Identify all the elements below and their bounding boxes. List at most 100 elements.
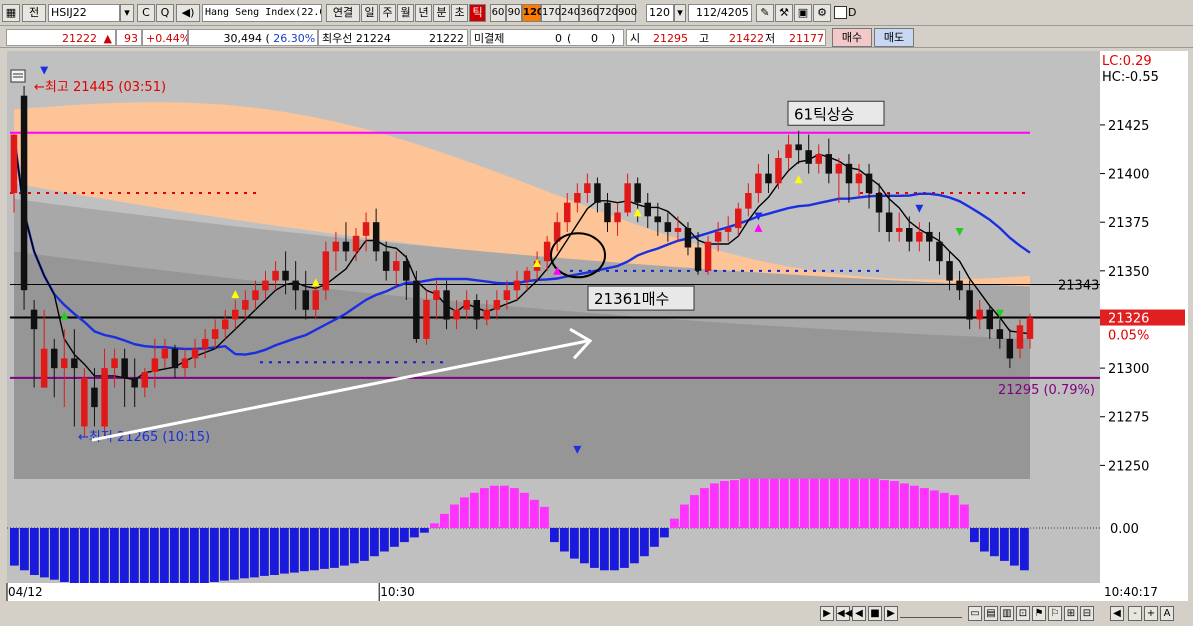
candle-body bbox=[232, 309, 239, 320]
candle-body bbox=[885, 212, 893, 232]
tick-90-button[interactable]: 90 bbox=[506, 4, 522, 22]
period-8-button[interactable]: 틱 bbox=[469, 4, 486, 22]
best-priority-label: 최우선 bbox=[322, 32, 353, 45]
chart-menu-icon[interactable] bbox=[10, 69, 26, 83]
oscillator-bar bbox=[320, 528, 329, 569]
candle-body bbox=[131, 377, 138, 388]
candle-body bbox=[936, 241, 943, 262]
oscillator-bar bbox=[170, 528, 179, 587]
period-1-button[interactable]: 연결 bbox=[326, 4, 360, 22]
settings-icon[interactable]: ⚙ bbox=[813, 4, 831, 22]
tick-120-button[interactable]: 120 bbox=[522, 4, 544, 22]
tick-170-button[interactable]: 170 bbox=[541, 4, 561, 22]
zoom-fit-icon[interactable]: ▭ bbox=[968, 606, 982, 621]
candle-body bbox=[322, 251, 330, 291]
candle-body bbox=[735, 208, 742, 229]
tick-360-button[interactable]: 360 bbox=[579, 4, 599, 22]
first-button[interactable]: ◀◀ bbox=[836, 606, 852, 621]
buy-button[interactable]: 매수 bbox=[832, 28, 872, 47]
prev-button[interactable]: ◀ bbox=[852, 606, 866, 621]
oscillator-bar bbox=[150, 528, 159, 589]
symbol-input[interactable]: HSIJ22 bbox=[48, 4, 120, 22]
period-5-button[interactable]: 년 bbox=[415, 4, 432, 22]
chart-icon-1[interactable]: ▤ bbox=[984, 606, 998, 621]
candle-body bbox=[161, 348, 169, 359]
period-2-button[interactable]: 일 bbox=[361, 4, 378, 22]
quote-change-pct: +0.44% bbox=[142, 29, 188, 46]
oscillator-bar bbox=[390, 528, 399, 547]
oscillator-bar bbox=[720, 481, 729, 528]
lc-label: LC:0.29 bbox=[1102, 54, 1152, 69]
mode-button[interactable]: 전 bbox=[22, 4, 46, 22]
candle-body bbox=[312, 290, 319, 310]
tick-240-button[interactable]: 240 bbox=[560, 4, 580, 22]
stop-button[interactable]: ■ bbox=[868, 606, 882, 621]
speaker-icon[interactable]: ◀) bbox=[176, 4, 200, 22]
candle-body bbox=[81, 377, 88, 427]
speed-slider[interactable] bbox=[900, 609, 962, 618]
chart-icon-2[interactable]: ▥ bbox=[1000, 606, 1014, 621]
oscillator-bar bbox=[410, 528, 419, 538]
tick-dropdown-icon[interactable]: ▾ bbox=[674, 4, 686, 22]
play-button[interactable]: ▶ bbox=[884, 606, 898, 621]
candle-body bbox=[926, 231, 933, 242]
search-icon[interactable]: Q bbox=[156, 4, 174, 22]
drawing-tool-icon[interactable]: C bbox=[137, 4, 155, 22]
auto-scale-button[interactable]: A bbox=[1160, 606, 1174, 621]
tick-720-button[interactable]: 720 bbox=[598, 4, 618, 22]
chart-icon-5[interactable]: ⚐ bbox=[1048, 606, 1062, 621]
chart-icon-6[interactable]: ⊞ bbox=[1064, 606, 1078, 621]
candle-body bbox=[40, 348, 48, 388]
symbol-dropdown-icon[interactable]: ▾ bbox=[120, 4, 134, 22]
oscillator-bar bbox=[950, 495, 959, 528]
candle-body bbox=[71, 358, 78, 369]
oscillator-bar bbox=[590, 528, 599, 568]
scroll-right-button[interactable]: ▶ bbox=[820, 606, 834, 621]
x-axis-label: 10:30 bbox=[380, 585, 415, 599]
oscillator-bar bbox=[930, 490, 939, 528]
candle-body bbox=[906, 228, 913, 242]
period-6-button[interactable]: 분 bbox=[433, 4, 450, 22]
scroll-left-button[interactable]: ◀ bbox=[1110, 606, 1124, 621]
candle-body bbox=[634, 183, 641, 203]
oscillator-bar bbox=[280, 528, 289, 574]
quote-volume-ratio: 26.30% bbox=[273, 32, 316, 45]
high-label: 고 bbox=[699, 32, 710, 45]
candle-body bbox=[262, 280, 269, 291]
period-7-button[interactable]: 초 bbox=[451, 4, 468, 22]
chart-icon-3[interactable]: ⊡ bbox=[1016, 606, 1030, 621]
period-3-button[interactable]: 주 bbox=[379, 4, 396, 22]
chart-icon-4[interactable]: ⚑ bbox=[1032, 606, 1046, 621]
hammer-icon[interactable]: ⚒ bbox=[775, 4, 793, 22]
chart-type-icon[interactable]: ▦ bbox=[2, 4, 20, 22]
current-price-pct: 0.05% bbox=[1108, 329, 1149, 344]
zoom-out-button[interactable]: - bbox=[1128, 606, 1142, 621]
tick-900-button[interactable]: 900 bbox=[617, 4, 637, 22]
oscillator-bar bbox=[860, 478, 869, 528]
tick-60-button[interactable]: 60 bbox=[490, 4, 506, 22]
candle-body bbox=[845, 163, 853, 184]
oscillator-bar bbox=[260, 528, 269, 576]
tools-icon[interactable]: ✎ bbox=[756, 4, 774, 22]
candle bbox=[413, 270, 420, 343]
oscillator-bar bbox=[200, 528, 209, 583]
candle-body bbox=[523, 270, 531, 281]
oscillator-bar bbox=[60, 528, 69, 582]
candle-body bbox=[181, 358, 189, 369]
chart-area[interactable]: ←최고 21445 (03:51)←최저 21265 (10:15)61틱상승2… bbox=[0, 48, 1193, 604]
period-4-button[interactable]: 월 bbox=[397, 4, 414, 22]
candle-body bbox=[564, 202, 571, 223]
oscillator-bar bbox=[780, 478, 789, 528]
candle-body bbox=[292, 280, 299, 291]
candle-body bbox=[624, 183, 631, 213]
reference-line-label: 21295 (0.79%) bbox=[998, 383, 1095, 398]
chart-icon-7[interactable]: ⊟ bbox=[1080, 606, 1094, 621]
d-checkbox[interactable] bbox=[834, 6, 847, 19]
sell-button[interactable]: 매도 bbox=[874, 28, 914, 47]
zoom-in-button[interactable]: + bbox=[1144, 606, 1158, 621]
tick-input[interactable]: 120 bbox=[646, 4, 674, 22]
candle-body bbox=[111, 358, 118, 369]
quote-volume-box: 30,494 ( 26.30% ) bbox=[188, 29, 318, 46]
save-icon[interactable]: ▣ bbox=[794, 4, 812, 22]
oscillator-bar bbox=[300, 528, 309, 572]
